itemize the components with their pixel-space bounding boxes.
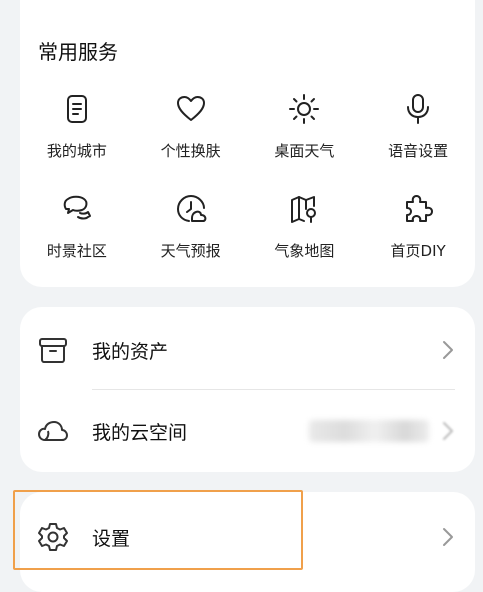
box-icon bbox=[36, 333, 70, 367]
my-assets-row[interactable]: 我的资产 bbox=[20, 309, 475, 391]
puzzle-icon bbox=[401, 192, 435, 226]
cloud-icon bbox=[36, 414, 70, 448]
service-label: 首页DIY bbox=[390, 242, 446, 260]
service-home-diy[interactable]: 首页DIY bbox=[361, 182, 475, 282]
gear-icon bbox=[36, 520, 70, 554]
common-services-card: 常用服务 我的城市 个性换肤 桌面天气 语音设置 时景社区 天气预报 气象地图 … bbox=[20, 0, 475, 287]
clock-cloud-icon bbox=[174, 192, 208, 226]
services-grid: 我的城市 个性换肤 桌面天气 语音设置 时景社区 天气预报 气象地图 首页DIY bbox=[20, 82, 475, 282]
sun-icon bbox=[287, 92, 321, 126]
service-desktop-weather[interactable]: 桌面天气 bbox=[248, 82, 362, 182]
chevron-right-icon bbox=[441, 339, 455, 361]
settings-row[interactable]: 设置 bbox=[20, 496, 475, 578]
service-label: 个性换肤 bbox=[160, 142, 221, 160]
service-label: 桌面天气 bbox=[274, 142, 335, 160]
service-voice-settings[interactable]: 语音设置 bbox=[361, 82, 475, 182]
service-label: 气象地图 bbox=[274, 242, 335, 260]
my-assets-label: 我的资产 bbox=[92, 340, 169, 363]
service-label: 时景社区 bbox=[46, 242, 107, 260]
chevron-right-icon bbox=[441, 420, 455, 442]
map-icon bbox=[287, 192, 321, 226]
service-label: 语音设置 bbox=[388, 142, 449, 160]
settings-label: 设置 bbox=[92, 527, 131, 550]
microphone-icon bbox=[401, 92, 435, 126]
document-icon bbox=[60, 92, 94, 126]
service-skin[interactable]: 个性换肤 bbox=[134, 82, 248, 182]
services-title: 常用服务 bbox=[38, 40, 118, 64]
service-forecast[interactable]: 天气预报 bbox=[134, 182, 248, 282]
heart-icon bbox=[174, 92, 208, 126]
chevron-right-icon bbox=[441, 526, 455, 548]
my-cloud-row[interactable]: 我的云空间 bbox=[20, 390, 475, 472]
service-label: 我的城市 bbox=[46, 142, 107, 160]
chat-bubbles-icon bbox=[60, 192, 94, 226]
service-my-city[interactable]: 我的城市 bbox=[20, 82, 134, 182]
service-community[interactable]: 时景社区 bbox=[20, 182, 134, 282]
settings-card: 设置 bbox=[20, 492, 475, 592]
service-label: 天气预报 bbox=[160, 242, 221, 260]
service-weather-map[interactable]: 气象地图 bbox=[248, 182, 362, 282]
my-cloud-label: 我的云空间 bbox=[92, 421, 188, 444]
redacted-value bbox=[309, 420, 429, 442]
assets-card: 我的资产 我的云空间 bbox=[20, 307, 475, 472]
